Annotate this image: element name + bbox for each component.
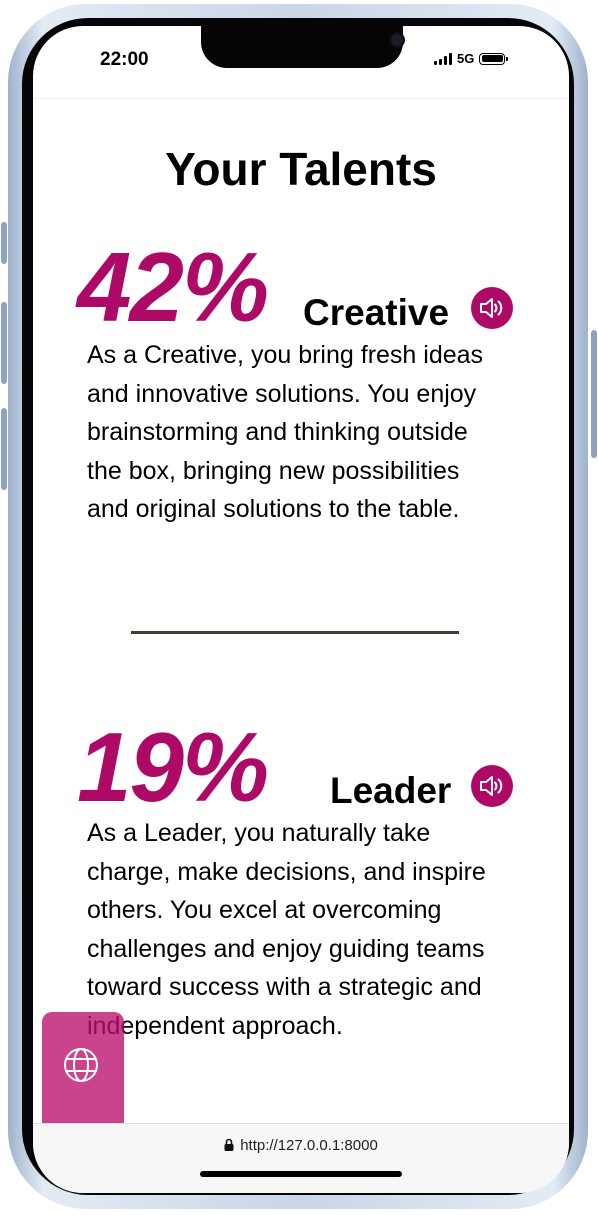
status-time: 22:00	[100, 49, 149, 70]
lock-icon	[224, 1138, 234, 1151]
page-title: Your Talents	[165, 143, 437, 195]
section-divider	[131, 631, 459, 634]
notch	[201, 26, 403, 68]
browser-url-bar[interactable]: http://127.0.0.1:8000	[33, 1123, 569, 1193]
speaker-icon	[480, 298, 503, 318]
talent-description: As a Leader, you naturally take charge, …	[87, 819, 486, 1040]
home-indicator[interactable]	[200, 1171, 402, 1177]
speaker-icon	[480, 776, 503, 796]
network-label: 5G	[457, 51, 475, 66]
side-button-volume-up	[1, 302, 7, 384]
side-button-volume-down	[1, 408, 7, 490]
signal-icon	[434, 52, 452, 65]
battery-icon	[479, 52, 509, 65]
talent-description: As a Creative, you bring fresh ideas and…	[87, 341, 484, 523]
talent-name: Leader	[330, 770, 452, 811]
speaker-button[interactable]	[471, 765, 513, 807]
side-button-mute	[1, 222, 7, 264]
talent-percent: 19%	[77, 712, 269, 822]
side-button-power	[591, 330, 597, 458]
status-indicators: 5G	[434, 51, 509, 66]
screen: 22:00 5G Your Talents 42% Creative As a …	[33, 26, 569, 1193]
language-button[interactable]	[42, 1012, 124, 1124]
globe-icon	[64, 1048, 98, 1082]
talent-name: Creative	[303, 292, 450, 333]
speaker-button[interactable]	[471, 287, 513, 329]
talent-percent: 42%	[77, 232, 269, 342]
url-text: http://127.0.0.1:8000	[240, 1137, 378, 1154]
url-display[interactable]: http://127.0.0.1:8000	[33, 1137, 569, 1154]
camera-icon	[391, 34, 403, 46]
